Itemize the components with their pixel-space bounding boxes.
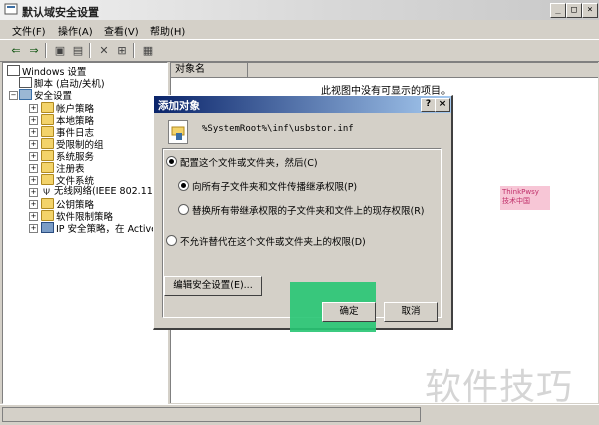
- expand-icon[interactable]: +: [29, 188, 38, 197]
- folder-icon: [41, 198, 54, 209]
- folder-icon: [41, 210, 54, 221]
- folder-icon: [41, 102, 54, 113]
- tree-item-restricted-groups[interactable]: 受限制的组: [41, 138, 104, 151]
- column-header-object-name[interactable]: 对象名: [171, 63, 248, 78]
- tree-item-file-system[interactable]: 文件系统: [41, 174, 94, 187]
- folder-icon: [41, 114, 54, 125]
- column-header-blank: [248, 63, 598, 78]
- minimize-button[interactable]: _: [550, 3, 566, 18]
- label-propagate: 向所有子文件夹和文件传播继承权限(P): [192, 182, 358, 193]
- tree-item-system-services[interactable]: 系统服务: [41, 150, 94, 163]
- tree-item-registry[interactable]: 注册表: [41, 162, 85, 175]
- expand-icon[interactable]: +: [29, 200, 38, 209]
- radio-configure[interactable]: [166, 156, 177, 167]
- expand-icon[interactable]: +: [29, 224, 38, 233]
- expand-icon[interactable]: +: [29, 212, 38, 221]
- title-bar[interactable]: 默认域安全设置 _ □ ×: [0, 0, 599, 20]
- tree-item-event-log[interactable]: 事件日志: [41, 126, 94, 139]
- expand-icon[interactable]: +: [29, 164, 38, 173]
- toolbar: ⇐ ⇒ ▣ ▤ ✕ ⊞ ▦: [0, 40, 599, 62]
- script-icon: [19, 77, 32, 88]
- folder-icon: [41, 174, 54, 185]
- dialog-title: 添加对象: [158, 100, 200, 112]
- label-replace: 替换所有带继承权限的子文件夹和文件上的现存权限(R): [192, 206, 425, 217]
- delete-icon[interactable]: ✕: [96, 43, 112, 58]
- maximize-button[interactable]: □: [566, 3, 582, 18]
- shield-icon: [19, 89, 32, 100]
- up-folder-icon[interactable]: ▣: [52, 43, 68, 58]
- label-configure: 配置这个文件或文件夹，然后(C): [180, 158, 318, 169]
- computer-icon: [41, 222, 54, 233]
- window-title: 默认域安全设置: [22, 6, 99, 19]
- tree-item-public-key-policies[interactable]: 公钥策略: [41, 198, 94, 211]
- help-button[interactable]: ?: [421, 98, 436, 112]
- show-tree-icon[interactable]: ▤: [70, 43, 86, 58]
- folder-icon: [41, 150, 54, 161]
- tree-item-security-settings[interactable]: 安全设置: [19, 89, 72, 102]
- expand-icon[interactable]: +: [29, 104, 38, 113]
- menu-bar: 文件(F) 操作(A) 查看(V) 帮助(H): [0, 20, 599, 40]
- expand-icon[interactable]: +: [29, 140, 38, 149]
- file-icon: [168, 120, 188, 144]
- tree-item-ip-security[interactable]: IP 安全策略，在 Active: [41, 222, 157, 235]
- tree-item-software-restriction[interactable]: 软件限制策略: [41, 210, 113, 223]
- toolbar-separator: [45, 43, 47, 58]
- object-path: %SystemRoot%\inf\usbstor.inf: [202, 124, 354, 134]
- folder-icon: [41, 162, 54, 173]
- folder-icon: [41, 126, 54, 137]
- radio-do-not-replace[interactable]: [166, 235, 177, 246]
- annotation-text: ThinkPwsy 技术中国: [502, 188, 539, 205]
- menu-action[interactable]: 操作(A): [58, 23, 93, 38]
- expand-icon[interactable]: +: [29, 152, 38, 161]
- close-button[interactable]: ×: [582, 3, 598, 18]
- settings-icon: [7, 65, 20, 76]
- radio-replace[interactable]: [178, 204, 189, 215]
- dialog-close-button[interactable]: ×: [435, 98, 450, 112]
- expand-icon[interactable]: +: [29, 116, 38, 125]
- expand-icon[interactable]: +: [29, 176, 38, 185]
- antenna-icon: Ψ: [42, 188, 51, 198]
- menu-view[interactable]: 查看(V): [104, 23, 139, 38]
- collapse-icon[interactable]: −: [9, 91, 18, 100]
- label-do-not-replace: 不允许替代在这个文件或文件夹上的权限(D): [180, 237, 366, 248]
- radio-propagate[interactable]: [178, 180, 189, 191]
- expand-icon[interactable]: +: [29, 128, 38, 137]
- forward-icon[interactable]: ⇒: [26, 43, 42, 58]
- edit-security-button[interactable]: 编辑安全设置(E)...: [164, 276, 262, 296]
- ok-button[interactable]: 确定: [322, 302, 376, 322]
- tree-root[interactable]: Windows 设置: [7, 65, 86, 78]
- export-list-icon[interactable]: ⊞: [114, 43, 130, 58]
- menu-file[interactable]: 文件(F): [12, 23, 46, 38]
- menu-help[interactable]: 帮助(H): [150, 23, 185, 38]
- cancel-button[interactable]: 取消: [384, 302, 438, 322]
- tree-item-scripts[interactable]: 脚本 (启动/关机): [19, 77, 105, 90]
- back-icon[interactable]: ⇐: [8, 43, 24, 58]
- toolbar-separator: [133, 43, 135, 58]
- toolbar-separator: [89, 43, 91, 58]
- tree-item-account-policies[interactable]: 帐户策略: [41, 102, 94, 115]
- security-policy-icon: [4, 3, 18, 15]
- folder-icon: [41, 138, 54, 149]
- console-tree[interactable]: Windows 设置 脚本 (启动/关机) − 安全设置 + 帐户策略 + 本地…: [2, 62, 168, 404]
- dialog-title-bar[interactable]: 添加对象 ? ×: [154, 96, 451, 113]
- watermark: 软件技巧: [425, 367, 574, 408]
- tree-item-local-policies[interactable]: 本地策略: [41, 114, 94, 127]
- tree-item-wireless-network[interactable]: Ψ 无线网络(IEEE 802.11): [41, 186, 157, 198]
- properties-icon[interactable]: ▦: [140, 43, 156, 58]
- horizontal-scrollbar[interactable]: [2, 407, 421, 422]
